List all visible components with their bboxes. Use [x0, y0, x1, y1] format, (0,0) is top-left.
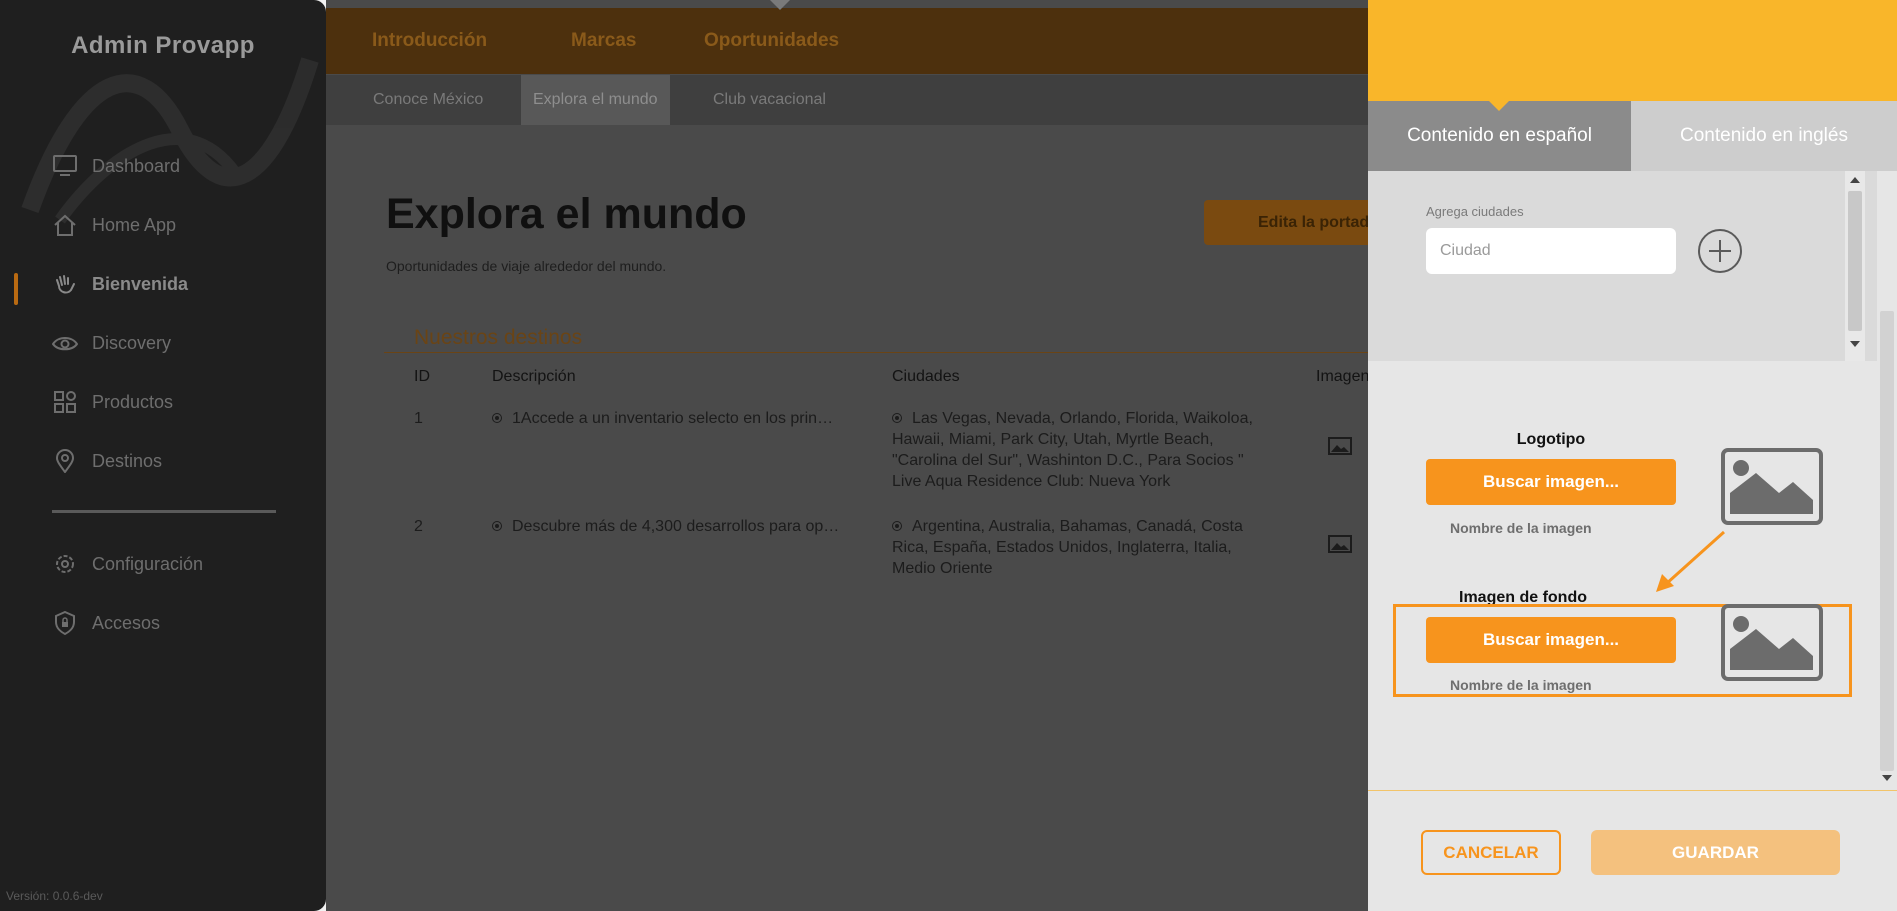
- active-indicator: [14, 273, 18, 305]
- column-header-id: ID: [414, 368, 430, 385]
- subtab-club-vacacional[interactable]: Club vacacional: [701, 75, 838, 125]
- sidebar-item-label: Destinos: [92, 450, 163, 471]
- sidebar: Admin Provapp Dashboard Home App Bienven…: [0, 0, 326, 911]
- sidebar-item-dashboard[interactable]: Dashboard: [52, 150, 180, 182]
- sidebar-item-label: Home App: [92, 214, 177, 235]
- scroll-down-arrow-icon[interactable]: [1850, 341, 1860, 347]
- section-title: Nuestros destinos: [414, 326, 583, 349]
- sidebar-item-label: Accesos: [92, 612, 161, 633]
- map-pin-icon: [52, 448, 78, 474]
- row-description: 1Accede a un inventario selecto en los p…: [492, 408, 833, 429]
- image-placeholder-icon: [1721, 448, 1823, 525]
- logo-file-name: Nombre de la imagen: [1450, 520, 1592, 536]
- page-title: Explora el mundo: [386, 190, 747, 238]
- add-city-button[interactable]: [1697, 228, 1743, 274]
- wave-hand-icon: [52, 271, 78, 297]
- home-icon: [52, 212, 78, 238]
- column-header-imagen: Imagen: [1316, 368, 1370, 385]
- panel-scrollbar[interactable]: [1877, 171, 1897, 791]
- logo-title: Logotipo: [1516, 431, 1586, 448]
- tab-contenido-ingles[interactable]: Contenido en inglés: [1631, 101, 1897, 171]
- row-cities: Argentina, Australia, Bahamas, Canadá, C…: [892, 518, 1243, 577]
- column-header-descripcion: Descripción: [492, 368, 576, 385]
- sidebar-item-label: Productos: [92, 391, 174, 412]
- eye-icon: [52, 330, 78, 356]
- version-label: Versión: 0.0.6-dev: [6, 889, 103, 903]
- sidebar-item-label: Dashboard: [92, 155, 181, 176]
- brand-watermark-icon: [21, 57, 319, 224]
- panel-scroll-down-icon[interactable]: [1882, 775, 1892, 781]
- edit-panel: Contenido en español Contenido en inglés…: [1368, 0, 1897, 911]
- cities-label: Agrega ciudades: [1426, 204, 1524, 219]
- active-tab-indicator: [770, 0, 790, 10]
- bullet-icon: [892, 521, 902, 531]
- bullet-icon: [492, 413, 502, 423]
- sidebar-item-label: Discovery: [92, 332, 172, 353]
- row-id: 1: [414, 410, 423, 427]
- sidebar-item-configuracion[interactable]: Configuración: [52, 548, 203, 580]
- sidebar-item-discovery[interactable]: Discovery: [52, 327, 171, 359]
- scrollbar-thumb[interactable]: [1848, 191, 1862, 331]
- sidebar-item-label: Bienvenida: [92, 273, 189, 294]
- row-cities: Las Vegas, Nevada, Orlando, Florida, Wai…: [892, 410, 1253, 490]
- section-divider: [384, 352, 1414, 353]
- logo-browse-button[interactable]: Buscar imagen...: [1426, 459, 1676, 505]
- background-file-name: Nombre de la imagen: [1450, 677, 1592, 693]
- panel-header: [1368, 0, 1897, 101]
- subtab-conoce-mexico[interactable]: Conoce México: [361, 75, 495, 125]
- tab-marcas[interactable]: Marcas: [571, 30, 637, 52]
- row-id: 2: [414, 518, 423, 535]
- sidebar-item-destinos[interactable]: Destinos: [52, 445, 162, 477]
- image-icon[interactable]: [1328, 437, 1352, 455]
- panel-scrollbar-thumb[interactable]: [1880, 311, 1894, 771]
- sidebar-item-accesos[interactable]: Accesos: [52, 607, 160, 639]
- monitor-icon: [52, 153, 78, 179]
- background-browse-button[interactable]: Buscar imagen...: [1426, 617, 1676, 663]
- tab-oportunidades[interactable]: Oportunidades: [704, 30, 839, 52]
- sidebar-item-home-app[interactable]: Home App: [52, 209, 176, 241]
- city-input[interactable]: [1426, 228, 1676, 274]
- active-tab-caret: [1489, 101, 1509, 111]
- hint-arrow-icon: [1656, 530, 1726, 592]
- shield-lock-icon: [52, 610, 78, 636]
- tab-contenido-espanol[interactable]: Contenido en español: [1368, 101, 1631, 171]
- sidebar-item-productos[interactable]: Productos: [52, 386, 173, 418]
- image-placeholder-icon: [1721, 604, 1823, 681]
- image-icon[interactable]: [1328, 535, 1352, 553]
- tab-introduccion[interactable]: Introducción: [372, 30, 487, 52]
- page-subtitle: Oportunidades de viaje alrededor del mun…: [386, 258, 667, 274]
- bullet-icon: [492, 521, 502, 531]
- subtab-explora-el-mundo[interactable]: Explora el mundo: [521, 75, 670, 125]
- cancel-button[interactable]: CANCELAR: [1421, 830, 1561, 875]
- gear-icon: [52, 551, 78, 577]
- sidebar-divider: [52, 510, 276, 513]
- row-description: Descubre más de 4,300 desarrollos para o…: [492, 516, 839, 537]
- sidebar-item-label: Configuración: [92, 553, 204, 574]
- footer-divider: [1368, 790, 1897, 791]
- scroll-up-arrow-icon[interactable]: [1850, 177, 1860, 183]
- app-title: Admin Provapp: [71, 32, 255, 59]
- cities-scrollbar[interactable]: [1845, 171, 1865, 361]
- bullet-icon: [892, 413, 902, 423]
- sidebar-item-bienvenida[interactable]: Bienvenida: [52, 268, 188, 300]
- save-button[interactable]: GUARDAR: [1591, 830, 1840, 875]
- column-header-ciudades: Ciudades: [892, 368, 960, 385]
- language-tabs: Contenido en español Contenido en inglés: [1368, 101, 1897, 171]
- grid-icon: [52, 389, 78, 415]
